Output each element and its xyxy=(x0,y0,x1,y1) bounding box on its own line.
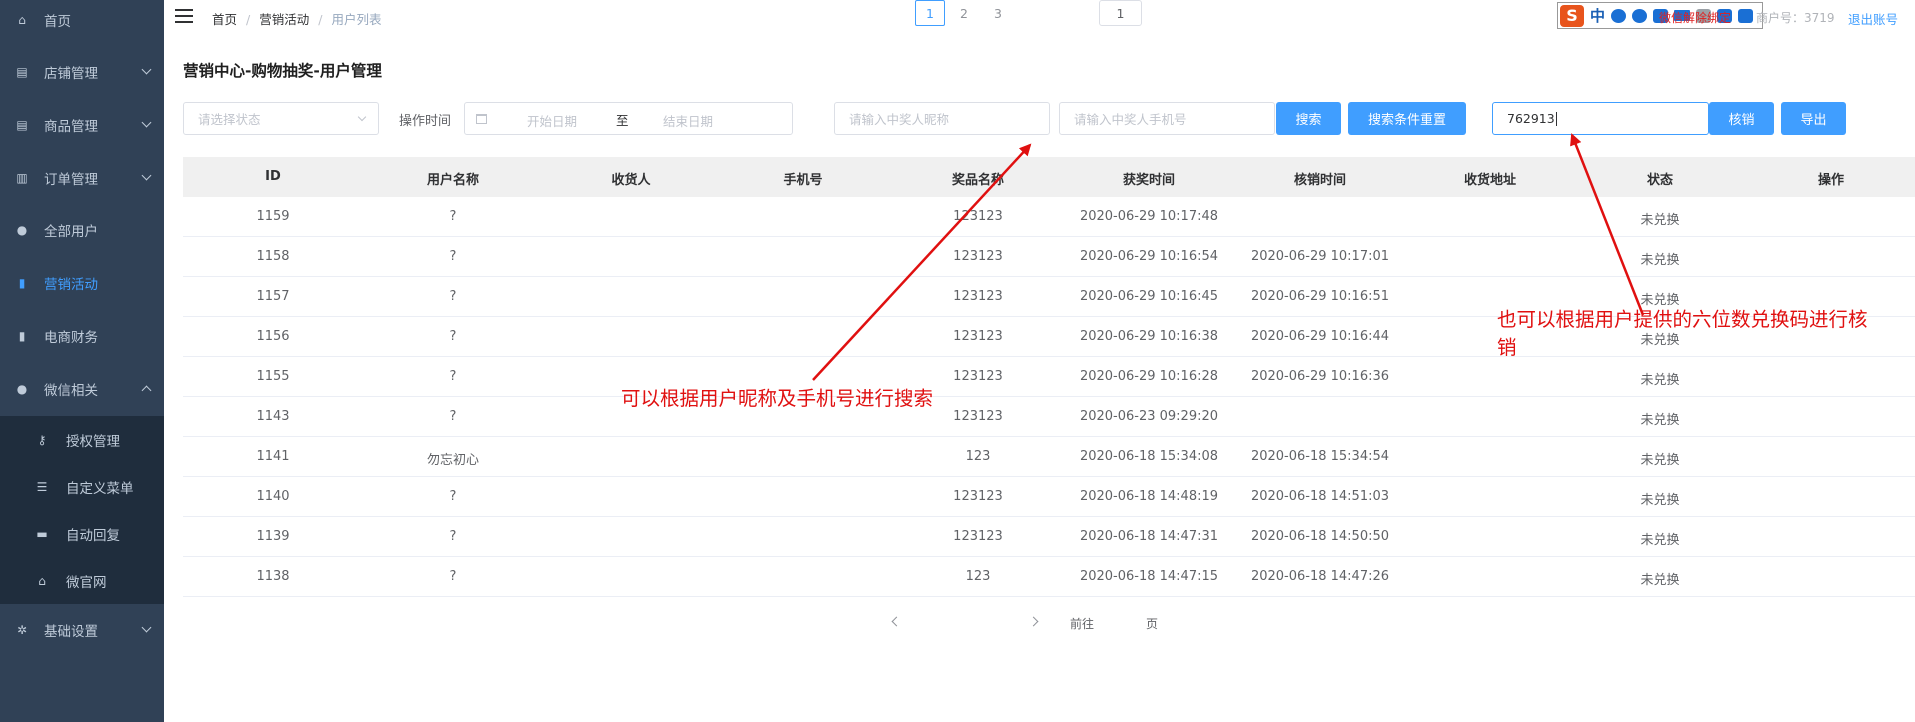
annotation-verify-line1: 也可以根据用户提供的六位数兑换码进行核 xyxy=(1497,308,1868,331)
annotation-verify-hint: 也可以根据用户提供的六位数兑换码进行核 销 xyxy=(1497,306,1912,362)
annotation-verify-line2: 销 xyxy=(1497,336,1517,359)
annotation-search-hint: 可以根据用户昵称及手机号进行搜索 xyxy=(621,387,934,410)
annotation-arrow-verify xyxy=(1570,133,1645,316)
annotation-arrow-search xyxy=(812,143,1032,381)
